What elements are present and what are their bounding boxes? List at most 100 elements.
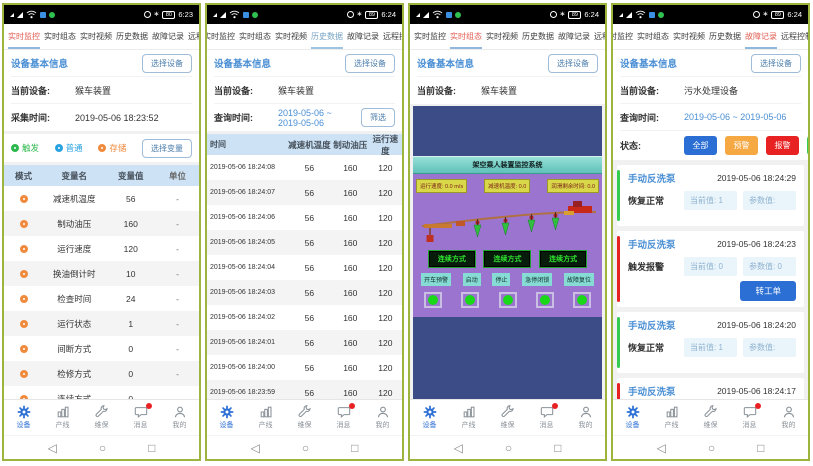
home-icon[interactable]: ○ (302, 441, 309, 455)
status-filter-button[interactable]: 报警 (766, 136, 799, 155)
status-filter-button[interactable]: 全部 (684, 136, 717, 155)
tab[interactable]: 历史数据 (311, 25, 343, 49)
bluetooth-icon: ∗ (560, 11, 566, 18)
tab[interactable]: 故障记录 (558, 25, 590, 49)
back-icon[interactable]: ◁ (657, 441, 666, 455)
nav-maintenance[interactable]: 维保 (285, 405, 324, 430)
tab[interactable]: 实时组态 (637, 25, 669, 49)
tab[interactable]: 实时监控 (613, 25, 633, 49)
nav-message[interactable]: 消息 (324, 405, 363, 430)
select-device-button[interactable]: 选择设备 (142, 54, 192, 73)
scada-indicator[interactable] (424, 292, 442, 308)
recents-icon[interactable]: □ (554, 441, 561, 455)
nav-message[interactable]: 消息 (730, 405, 769, 430)
tab[interactable]: 实时视频 (80, 25, 112, 49)
device-label: 当前设备: (620, 84, 680, 97)
tab[interactable]: 历史数据 (709, 25, 741, 49)
param-value: 参数值: 0 (743, 257, 796, 276)
tab[interactable]: 远程控制 (188, 25, 199, 49)
recents-icon[interactable]: □ (757, 441, 764, 455)
content-area: 设备基本信息 选择设备 当前设备: 猴车装置 采集时间: 2019-05-06 … (4, 50, 199, 399)
mode-toggle[interactable]: 触发 (11, 142, 55, 154)
tab[interactable]: 实时视频 (275, 25, 307, 49)
tab[interactable]: 实时监控 (207, 25, 235, 49)
home-icon[interactable]: ○ (505, 441, 512, 455)
nav-mine[interactable]: 我的 (566, 405, 605, 430)
nav-maintenance[interactable]: 维保 (691, 405, 730, 430)
nav-device[interactable]: 设备 (410, 405, 449, 430)
tab[interactable]: 故障记录 (152, 25, 184, 49)
variable-value: 10 (105, 269, 156, 279)
status-filter-button[interactable]: 预警 (725, 136, 758, 155)
fault-time: 2019-05-06 18:24:23 (717, 239, 796, 249)
android-nav: ◁ ○ □ (613, 435, 808, 459)
tab[interactable]: 实时监控 (414, 25, 446, 49)
nav-production-line[interactable]: 产线 (246, 405, 285, 430)
nav-mine[interactable]: 我的 (769, 405, 808, 430)
nav-maintenance[interactable]: 维保 (82, 405, 121, 430)
scada-indicator[interactable] (499, 292, 517, 308)
tab[interactable]: 故障记录 (347, 25, 379, 49)
nav-device[interactable]: 设备 (207, 405, 246, 430)
tab[interactable]: 实时组态 (44, 25, 76, 49)
nav-mine[interactable]: 我的 (160, 405, 199, 430)
tab[interactable]: 实时视频 (673, 25, 705, 49)
tab[interactable]: 实时视频 (486, 25, 518, 49)
tab[interactable]: 历史数据 (116, 25, 148, 49)
mode-toggle[interactable]: 普通 (55, 142, 99, 154)
scada-indicator[interactable] (573, 292, 591, 308)
scada-value-label: 运行速度: 0.0 m/s (416, 179, 467, 193)
to-workorder-button[interactable]: 转工单 (740, 281, 796, 301)
nav-device[interactable]: 设备 (4, 405, 43, 430)
nav-message[interactable]: 消息 (527, 405, 566, 430)
back-icon[interactable]: ◁ (48, 441, 57, 455)
tab[interactable]: 实时组态 (450, 25, 482, 49)
nav-production-line[interactable]: 产线 (652, 405, 691, 430)
filter-button[interactable]: 筛选 (361, 108, 395, 127)
scada-mode-button[interactable]: 连续方式 (484, 251, 530, 267)
fault-time: 2019-05-06 18:24:17 (717, 386, 796, 396)
select-device-button[interactable]: 选择设备 (751, 54, 801, 73)
fault-card: 手动反洗泵 2019-05-06 18:24:23 触发报警 当前值: 0 参数… (617, 231, 804, 307)
scada-indicator[interactable] (461, 292, 479, 308)
select-device-button[interactable]: 选择设备 (548, 54, 598, 73)
tab[interactable]: 远程控制 (383, 25, 402, 49)
tab[interactable]: 历史数据 (522, 25, 554, 49)
nav-device[interactable]: 设备 (613, 405, 652, 430)
nav-mine[interactable]: 我的 (363, 405, 402, 430)
content-area: 设备基本信息 选择设备 当前设备: 猴车装置 查询时间: 2019-05-06 … (207, 50, 402, 399)
tab[interactable]: 实时组态 (239, 25, 271, 49)
scada-indicator[interactable] (536, 292, 554, 308)
tab[interactable]: 远程控制 (781, 25, 808, 49)
param-value: 参数值: (743, 191, 796, 210)
back-icon[interactable]: ◁ (454, 441, 463, 455)
bottom-nav: 设备 产线 维保 消息 我的 (410, 399, 605, 435)
tab[interactable]: 远程控制 (594, 25, 605, 49)
scada-mode-button[interactable]: 连续方式 (429, 251, 475, 267)
clock-time: 6:24 (381, 10, 396, 19)
nav-message[interactable]: 消息 (121, 405, 160, 430)
user-icon (782, 405, 796, 419)
nav-production-line[interactable]: 产线 (449, 405, 488, 430)
status-bar: ∗ 80 6:23 (4, 5, 199, 24)
tab[interactable]: 故障记录 (745, 25, 777, 49)
nav-production-line[interactable]: 产线 (43, 405, 82, 430)
mode-toggle[interactable]: 存储 (98, 142, 142, 154)
status-filter-button[interactable]: 恢复 (807, 136, 808, 155)
home-icon[interactable]: ○ (708, 441, 715, 455)
tab[interactable]: 实时监控 (8, 25, 40, 49)
bluetooth-icon: ∗ (357, 11, 363, 18)
scada-mode-button[interactable]: 连续方式 (540, 251, 586, 267)
history-row: 2019-05-06 18:24:04 56 160 120 (207, 255, 402, 280)
history-row: 2019-05-06 18:23:59 56 160 120 (207, 380, 402, 399)
home-icon[interactable]: ○ (99, 441, 106, 455)
recents-icon[interactable]: □ (351, 441, 358, 455)
select-device-button[interactable]: 选择设备 (345, 54, 395, 73)
back-icon[interactable]: ◁ (251, 441, 260, 455)
led-icon (540, 295, 550, 305)
battery-icon: 89 (365, 11, 378, 19)
select-variable-button[interactable]: 选择变量 (142, 139, 192, 158)
bottom-nav: 设备 产线 维保 消息 我的 (207, 399, 402, 435)
recents-icon[interactable]: □ (148, 441, 155, 455)
nav-maintenance[interactable]: 维保 (488, 405, 527, 430)
